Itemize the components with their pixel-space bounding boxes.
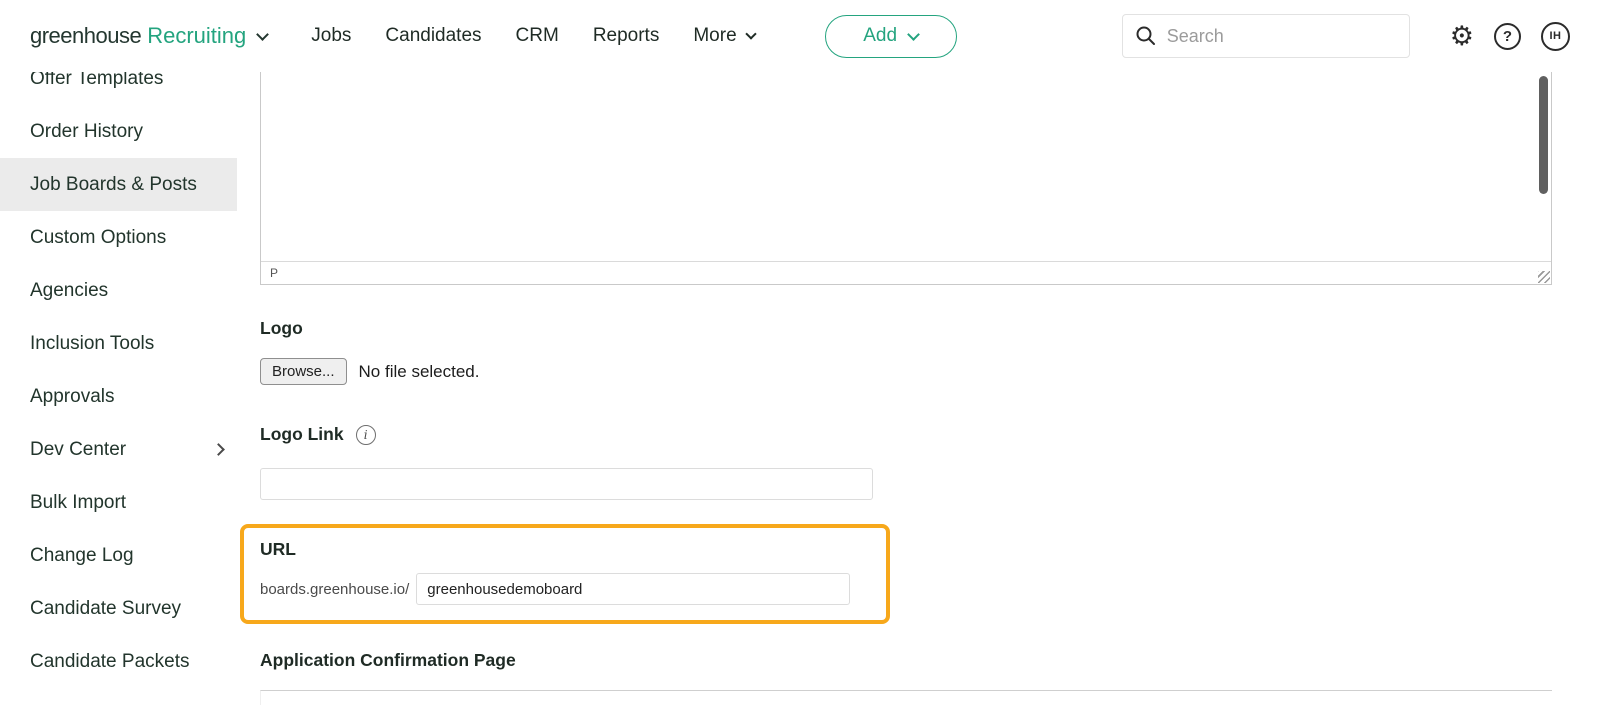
- sidebar-item-custom-options[interactable]: Custom Options: [0, 211, 237, 264]
- url-row: boards.greenhouse.io/: [260, 573, 886, 605]
- nav-crm[interactable]: CRM: [516, 25, 559, 47]
- url-prefix-text: boards.greenhouse.io/: [260, 581, 409, 598]
- app-switcher[interactable]: greenhouse Recruiting: [30, 23, 267, 49]
- nav-reports-label: Reports: [593, 25, 660, 47]
- sidebar-item-candidate-packets[interactable]: Candidate Packets: [0, 635, 237, 688]
- sidebar-item-label: Candidate Packets: [30, 651, 190, 673]
- sidebar-item-label: Custom Options: [30, 227, 166, 249]
- scrollbar-thumb[interactable]: [1539, 76, 1548, 194]
- sidebar-item-label: Job Boards & Posts: [30, 174, 197, 196]
- editor-status-bar: P: [261, 261, 1551, 284]
- nav-candidates-label: Candidates: [385, 25, 481, 47]
- search-icon: [1135, 25, 1157, 47]
- nav-more-label: More: [693, 25, 736, 47]
- description-editor[interactable]: P: [260, 72, 1552, 285]
- sidebar-item-label: Approvals: [30, 386, 115, 408]
- sidebar-list: Offer Templates Order History Job Boards…: [0, 52, 237, 688]
- sidebar-item-approvals[interactable]: Approvals: [0, 370, 237, 423]
- page: greenhouse Recruiting Jobs Candidates CR…: [0, 0, 1600, 705]
- chevron-down-icon: [256, 28, 269, 41]
- sidebar-item-candidate-survey[interactable]: Candidate Survey: [0, 582, 237, 635]
- avatar-initials: IH: [1550, 30, 1562, 42]
- file-status-text: No file selected.: [359, 362, 480, 382]
- nav-jobs[interactable]: Jobs: [311, 25, 351, 47]
- nav-jobs-label: Jobs: [311, 25, 351, 47]
- chevron-down-icon: [907, 28, 920, 41]
- url-field-label: URL: [260, 539, 886, 560]
- settings-sidebar: Offer Templates Order History Job Boards…: [0, 0, 237, 705]
- logo-link-field-label: Logo Link: [260, 424, 344, 445]
- nav-crm-label: CRM: [516, 25, 559, 47]
- search-input[interactable]: [1167, 26, 1377, 47]
- top-nav-bar: greenhouse Recruiting Jobs Candidates CR…: [0, 0, 1600, 72]
- add-button-label: Add: [863, 25, 897, 47]
- paragraph-tag-indicator: P: [270, 266, 278, 280]
- product-name: Recruiting: [147, 23, 246, 49]
- sidebar-item-change-log[interactable]: Change Log: [0, 529, 237, 582]
- avatar[interactable]: IH: [1541, 22, 1570, 51]
- sidebar-item-label: Candidate Survey: [30, 598, 181, 620]
- main-nav: Jobs Candidates CRM Reports More: [311, 25, 754, 47]
- nav-more[interactable]: More: [693, 25, 754, 47]
- help-icon[interactable]: ?: [1494, 23, 1521, 50]
- confirmation-editor-top-edge[interactable]: [260, 690, 1552, 705]
- sidebar-item-label: Change Log: [30, 545, 134, 567]
- sidebar-item-job-boards-posts[interactable]: Job Boards & Posts: [0, 158, 237, 211]
- browse-button[interactable]: Browse...: [260, 358, 347, 385]
- nav-reports[interactable]: Reports: [593, 25, 660, 47]
- chevron-right-icon: [212, 443, 225, 456]
- logo-link-input[interactable]: [260, 468, 873, 500]
- sidebar-item-order-history[interactable]: Order History: [0, 105, 237, 158]
- sidebar-item-bulk-import[interactable]: Bulk Import: [0, 476, 237, 529]
- logo-link-row: Logo Link i: [260, 424, 376, 445]
- application-confirmation-label: Application Confirmation Page: [260, 650, 516, 671]
- url-input[interactable]: [416, 573, 850, 605]
- logo-upload-row: Browse... No file selected.: [260, 358, 479, 385]
- sidebar-item-label: Dev Center: [30, 439, 126, 461]
- chevron-down-icon: [745, 28, 756, 39]
- resize-handle-icon[interactable]: [1538, 271, 1550, 283]
- add-button[interactable]: Add: [825, 15, 957, 58]
- url-highlight-box: URL boards.greenhouse.io/: [240, 524, 890, 624]
- logo-field-label: Logo: [260, 318, 303, 339]
- sidebar-item-dev-center[interactable]: Dev Center: [0, 423, 237, 476]
- sidebar-item-label: Inclusion Tools: [30, 333, 154, 355]
- sidebar-item-inclusion-tools[interactable]: Inclusion Tools: [0, 317, 237, 370]
- sidebar-item-label: Order History: [30, 121, 143, 143]
- search-box[interactable]: [1122, 14, 1410, 58]
- info-icon[interactable]: i: [356, 425, 376, 445]
- gear-icon[interactable]: ⚙: [1450, 23, 1474, 50]
- sidebar-item-agencies[interactable]: Agencies: [0, 264, 237, 317]
- sidebar-item-label: Bulk Import: [30, 492, 126, 514]
- greenhouse-logo: greenhouse: [30, 23, 141, 49]
- main-content: P Logo Browse... No file selected. Logo …: [237, 72, 1600, 705]
- nav-candidates[interactable]: Candidates: [385, 25, 481, 47]
- sidebar-item-label: Agencies: [30, 280, 108, 302]
